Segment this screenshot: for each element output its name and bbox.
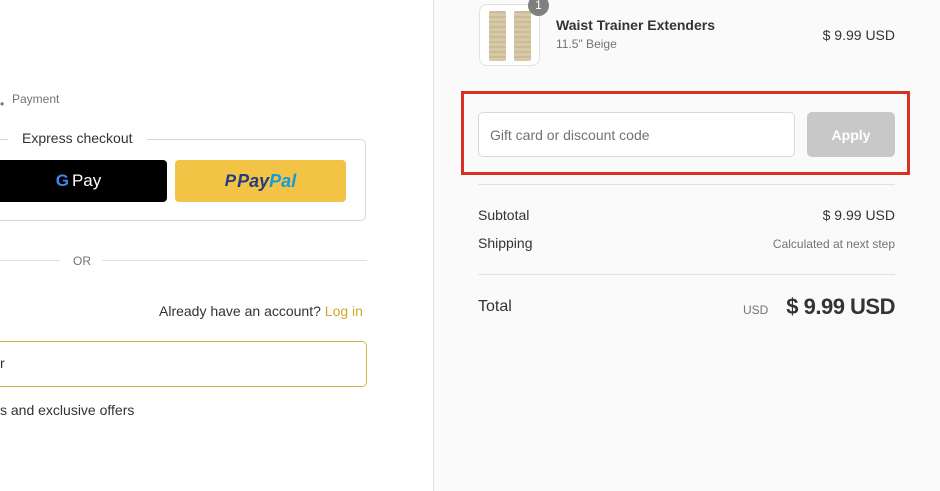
google-pay-label: Pay [71, 171, 102, 190]
product-image-strip [514, 11, 531, 61]
email-input-value: r [0, 355, 5, 371]
or-divider-left [0, 260, 60, 261]
product-image-strip [489, 11, 506, 61]
shipping-label: Shipping [478, 235, 533, 251]
checkout-main-column: • Payment Express checkout G Pay P Pay P… [0, 0, 433, 491]
product-name: Waist Trainer Extenders [556, 17, 715, 33]
breadcrumb-payment[interactable]: Payment [12, 91, 59, 107]
summary-divider [478, 184, 895, 185]
paypal-p-icon: P [224, 171, 237, 190]
total-value: $ 9.99 USD [786, 294, 895, 319]
total-label: Total [478, 298, 512, 315]
shipping-value: Calculated at next step [772, 237, 895, 251]
account-prompt-text: Already have an account? [159, 303, 321, 319]
or-divider-right [102, 260, 367, 261]
google-pay-button[interactable]: G Pay [0, 160, 167, 202]
login-link[interactable]: Log in [325, 303, 363, 319]
total-currency: USD [743, 303, 769, 317]
apply-discount-button[interactable]: Apply [807, 112, 895, 157]
paypal-label-pay: Pay [237, 170, 270, 191]
product-variant: 11.5" Beige [556, 37, 617, 51]
total-divider [478, 274, 895, 275]
discount-code-input[interactable] [478, 112, 795, 157]
paypal-button[interactable]: P Pay Pal [175, 160, 346, 202]
paypal-label-pal: Pal [269, 170, 297, 191]
or-divider-text: OR [73, 254, 91, 268]
breadcrumb-separator-icon: • [0, 97, 5, 111]
subtotal-value: $ 9.99 USD [822, 207, 895, 223]
news-offers-checkbox-label[interactable]: s and exclusive offers [0, 401, 134, 419]
google-g-icon: G [55, 171, 69, 190]
account-prompt: Already have an account? Log in [159, 302, 363, 320]
subtotal-label: Subtotal [478, 207, 530, 223]
email-or-phone-input[interactable] [0, 341, 367, 387]
product-price: $ 9.99 USD [822, 27, 895, 43]
express-checkout-title: Express checkout [8, 129, 147, 147]
